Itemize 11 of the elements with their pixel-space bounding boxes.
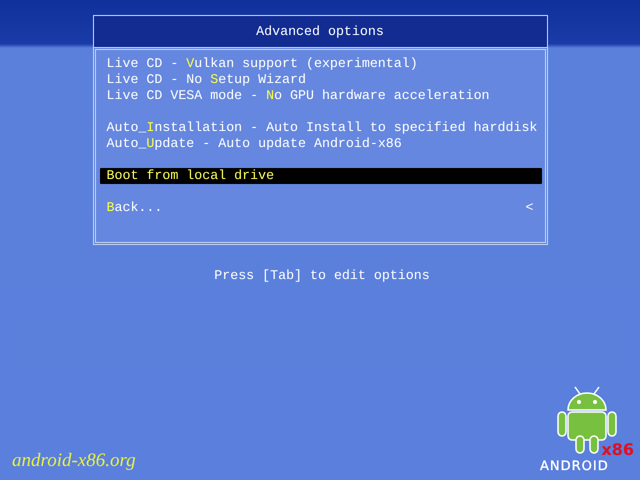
menu-item[interactable]: Auto_Installation - Auto Install to specified harddisk — [100, 120, 542, 136]
logo-wordmark: ANDROID — [540, 459, 609, 475]
logo-text: x86 — [601, 442, 634, 458]
menu-item[interactable]: Auto_Update - Auto update Android-x86 — [100, 136, 542, 152]
hint-text: Press [Tab] to edit options — [213, 268, 430, 283]
menu-item[interactable]: Back... < — [100, 200, 542, 216]
menu-item[interactable]: Boot from local drive — [100, 168, 542, 184]
menu-item[interactable]: Live CD - No Setup Wizard — [100, 72, 542, 88]
menu-item[interactable]: Live CD VESA mode - No GPU hardware acceleration — [100, 88, 542, 104]
menu-item[interactable]: Live CD - Vulkan support (experimental) — [100, 56, 542, 72]
menu-title: Advanced options — [94, 16, 546, 48]
